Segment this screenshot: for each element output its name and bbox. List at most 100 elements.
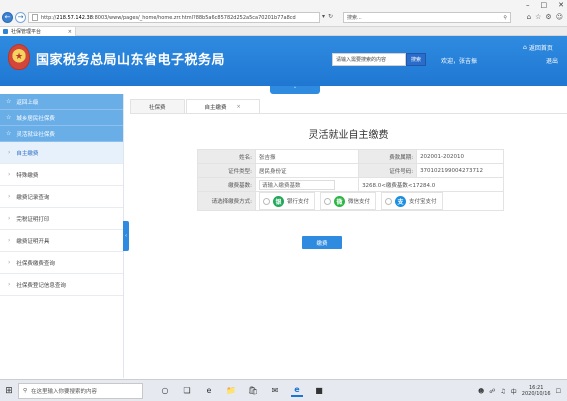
bank-radio[interactable] xyxy=(263,197,270,205)
back-button[interactable]: ← xyxy=(2,12,13,23)
wechat-radio[interactable] xyxy=(324,197,332,205)
maximize-button[interactable]: □ xyxy=(541,1,548,9)
sidebar-section-label: 返回上级 xyxy=(16,99,39,106)
notifications-icon[interactable]: ☐ xyxy=(556,388,561,395)
form-row: 证件类型: 居民身份证 证件号码: 370102199004273712 xyxy=(197,163,504,178)
pay-option-wechat[interactable]: 微 微信支付 xyxy=(320,192,377,210)
network-icon[interactable]: ☍ xyxy=(489,388,495,395)
pay-option-label: 支付宝支付 xyxy=(409,199,437,205)
tab-self-pay[interactable]: 自主缴费 × xyxy=(185,99,260,113)
sidebar-item-registration-query[interactable]: › 社保费登记信息查询 xyxy=(0,274,123,296)
sidebar-section-label: 城乡居民社保费 xyxy=(16,115,55,122)
browser-search-input[interactable]: 搜索... ⚲ xyxy=(343,12,511,23)
star-icon: ☆ xyxy=(6,114,12,121)
base-cell: 请输入缴费基数 xyxy=(254,177,360,192)
refresh-icon[interactable]: ↻ xyxy=(328,13,333,20)
chevron-right-icon: › xyxy=(8,171,11,178)
tab-social-security[interactable]: 社保费 xyxy=(130,99,185,113)
logout-link[interactable]: 退出 xyxy=(546,56,558,65)
file-explorer-icon[interactable]: 📁 xyxy=(225,385,237,397)
mail-icon[interactable]: ✉ xyxy=(269,385,281,397)
sidebar-item-payment-query[interactable]: › 社保费缴费查询 xyxy=(0,252,123,274)
clock[interactable]: 16:21 2020/10/16 xyxy=(522,385,551,397)
back-home-label: 返回首页 xyxy=(528,45,553,52)
chevron-left-icon: ‹ xyxy=(125,233,127,239)
app-icon[interactable]: ■ xyxy=(313,385,325,397)
idno-label: 证件号码: xyxy=(358,163,418,178)
taskbar: ⊞ ⚲ 在这里输入你要搜索的内容 ○ ❏ e 📁 🛍 ✉ e ■ ☻ ☍ ♫ 中… xyxy=(0,379,567,401)
sidebar-section-back[interactable]: ☆ 返回上级 xyxy=(0,94,123,110)
wechat-icon: 微 xyxy=(334,195,346,207)
pay-option-label: 微信支付 xyxy=(348,199,371,205)
ime-indicator[interactable]: 中 xyxy=(511,387,517,396)
cortana-icon[interactable]: ○ xyxy=(159,385,171,397)
pay-button[interactable]: 缴费 xyxy=(302,236,342,249)
tabs-divider xyxy=(130,113,567,114)
browser-tab[interactable]: 社保管理平台 × xyxy=(0,27,76,36)
chevron-right-icon: › xyxy=(8,237,11,244)
window-controls: – □ ✕ xyxy=(526,1,564,9)
tab-label: 自主缴费 xyxy=(204,104,227,111)
people-icon[interactable]: ☻ xyxy=(478,388,484,395)
sidebar-item-payment-records[interactable]: › 缴费记录查询 xyxy=(0,186,123,208)
pay-option-alipay[interactable]: 支 支付宝支付 xyxy=(381,192,443,210)
content-tabs: 社保费 自主缴费 × xyxy=(130,99,261,113)
settings-icon[interactable]: ⚙ xyxy=(545,13,551,21)
tab-close-icon[interactable]: × xyxy=(68,29,72,35)
sidebar-section-flexible[interactable]: ☆ 灵活就业社保费 xyxy=(0,126,123,142)
address-bar[interactable]: http://218.57.142.38:8003/www/pages/_hom… xyxy=(28,12,320,23)
idtype-label: 证件类型: xyxy=(197,163,256,178)
period-value: 202001-202010 xyxy=(416,149,504,164)
name-label: 姓名: xyxy=(197,149,256,164)
chevron-right-icon: › xyxy=(8,215,11,222)
store-icon[interactable]: 🛍 xyxy=(247,385,259,397)
page-title: 灵活就业自主缴费 xyxy=(308,130,389,141)
form-row: 缴费基数: 请输入缴费基数 3268.0<缴费基数<17284.0 xyxy=(197,177,504,192)
sidebar-section-rural[interactable]: ☆ 城乡居民社保费 xyxy=(0,110,123,126)
sidebar-item-payment-certificate[interactable]: › 缴费证明开具 xyxy=(0,230,123,252)
header-collapse-button[interactable]: ˄ xyxy=(270,86,320,94)
url-host: 218.57.142.38 xyxy=(56,14,93,21)
sidebar: ☆ 返回上级 ☆ 城乡居民社保费 ☆ 灵活就业社保费 › 自主缴费 › 特殊缴费… xyxy=(0,94,124,378)
browser-tab-title: 社保管理平台 xyxy=(11,29,42,35)
home-icon: ⌂ xyxy=(523,44,527,51)
taskbar-search-input[interactable]: ⚲ 在这里输入你要搜索的内容 xyxy=(18,382,143,399)
home-icon[interactable]: ⌂ xyxy=(527,13,531,21)
search-icon[interactable]: ⚲ xyxy=(503,15,507,21)
smiley-icon[interactable]: ☺ xyxy=(556,13,563,21)
alipay-icon: 支 xyxy=(395,195,407,207)
volume-icon[interactable]: ♫ xyxy=(500,388,505,395)
chevron-right-icon: › xyxy=(8,259,11,266)
ie-icon[interactable]: e xyxy=(291,385,303,397)
site-search-button[interactable]: 搜索 xyxy=(406,53,426,66)
star-icon: ☆ xyxy=(6,130,12,137)
sidebar-toggle-button[interactable]: ‹ xyxy=(123,221,129,251)
form-row: 姓名: 张吉振 费款属期: 202001-202010 xyxy=(197,149,504,164)
edge-icon[interactable]: e xyxy=(203,385,215,397)
base-input[interactable]: 请输入缴费基数 xyxy=(259,179,335,190)
sidebar-item-label: 缴费证明开具 xyxy=(16,238,50,245)
sidebar-item-special-pay[interactable]: › 特殊缴费 xyxy=(0,164,123,186)
form-row: 请选择缴费方式: 银 银行支付 微 微信支付 支 支付宝支付 xyxy=(197,191,504,211)
taskbar-apps: ○ ❏ e 📁 🛍 ✉ e ■ xyxy=(159,385,325,397)
site-search-input[interactable]: 请输入需要搜索的内容 xyxy=(332,53,406,66)
site-header: ★ 国家税务总局山东省电子税务局 请输入需要搜索的内容 搜索 欢迎，张吉振 ⌂ … xyxy=(0,36,567,86)
task-view-icon[interactable]: ❏ xyxy=(181,385,193,397)
favorites-icon[interactable]: ☆ xyxy=(535,13,541,21)
sidebar-item-tax-certificate[interactable]: › 完税证明打印 xyxy=(0,208,123,230)
search-dropdown-icon[interactable]: ▾ xyxy=(322,13,325,20)
method-label: 请选择缴费方式: xyxy=(197,191,256,211)
windows-start-icon[interactable]: ⊞ xyxy=(0,380,18,401)
minimize-button[interactable]: – xyxy=(526,1,530,9)
pay-option-bank[interactable]: 银 银行支付 xyxy=(259,192,316,210)
sidebar-item-self-pay[interactable]: › 自主缴费 xyxy=(0,142,123,164)
chevron-right-icon: › xyxy=(8,281,11,288)
star-icon: ☆ xyxy=(6,98,12,105)
sidebar-item-label: 完税证明打印 xyxy=(16,216,50,223)
sidebar-section-label: 灵活就业社保费 xyxy=(16,131,55,138)
back-home-link[interactable]: ⌂ 返回首页 xyxy=(523,43,553,52)
alipay-radio[interactable] xyxy=(385,197,393,205)
forward-button[interactable]: → xyxy=(15,12,26,23)
tab-close-icon[interactable]: × xyxy=(237,104,241,110)
close-window-button[interactable]: ✕ xyxy=(558,1,564,9)
